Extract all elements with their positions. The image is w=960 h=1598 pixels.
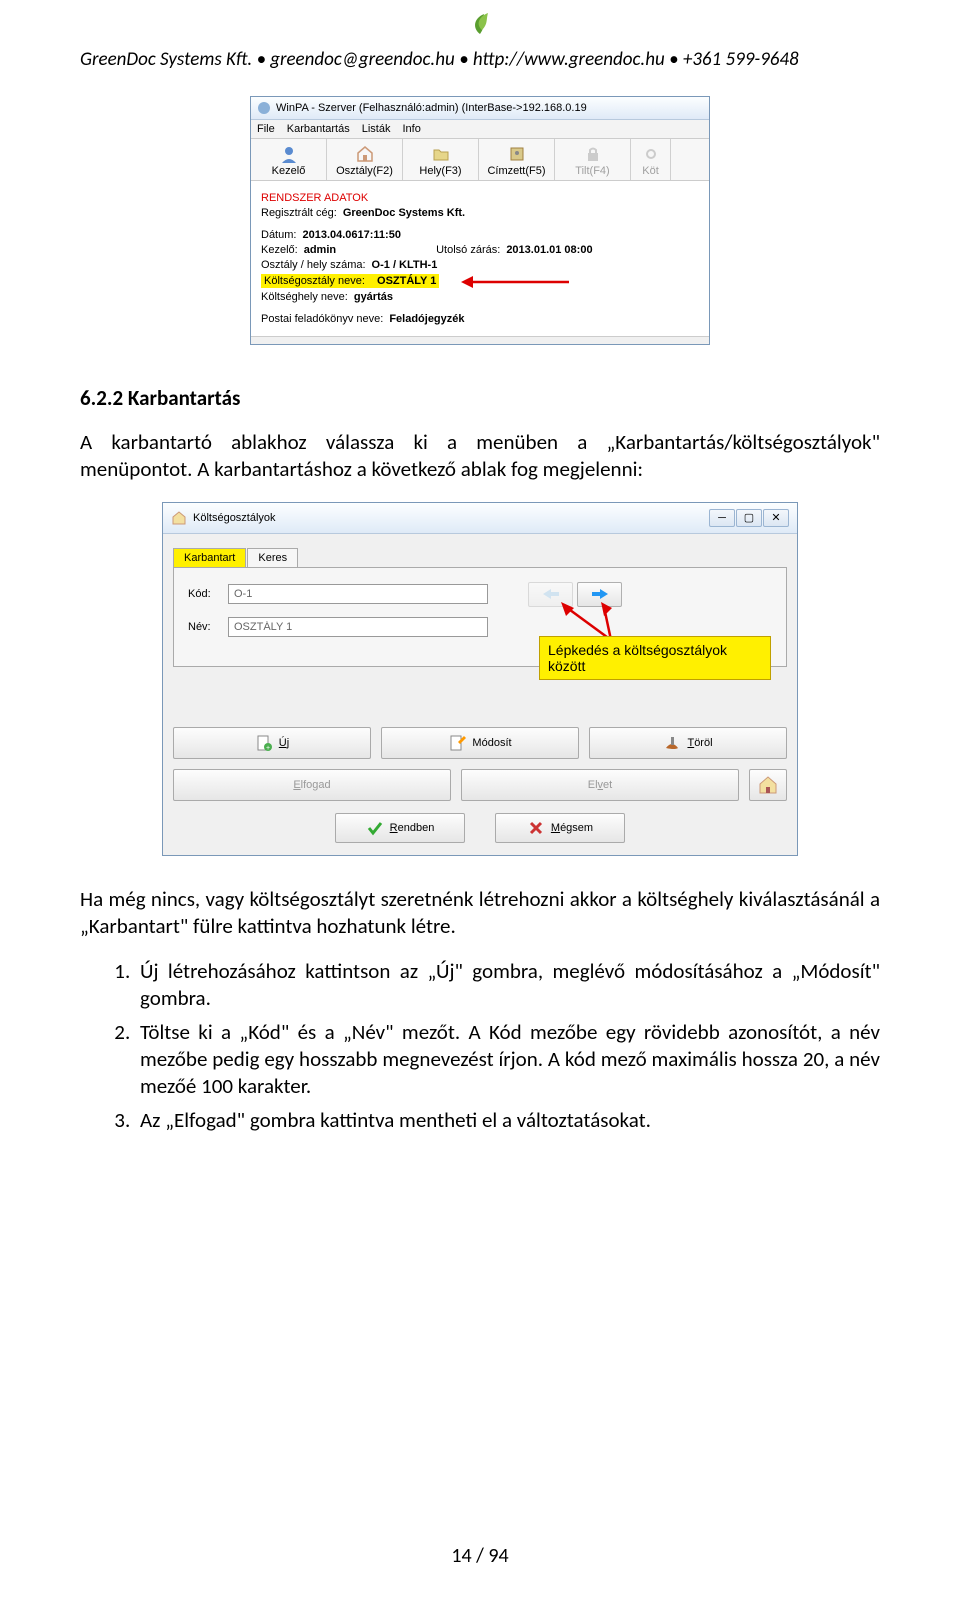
instruction-list: Új létrehozásához kattintson az „Új" gom… [135, 958, 880, 1134]
lock-icon [584, 145, 602, 163]
link-icon [642, 145, 660, 163]
house-icon [171, 510, 187, 526]
house-icon [356, 145, 374, 163]
tab-strip: Karbantart Keres [173, 548, 787, 567]
label-oszthely: Osztály / hely száma: [261, 259, 366, 271]
label-nev: Név: [188, 621, 218, 633]
paragraph-after: Ha még nincs, vagy költségosztályt szere… [80, 886, 880, 941]
delete-icon [663, 734, 681, 752]
person-icon [280, 145, 298, 163]
leaf-icon [466, 10, 494, 38]
window-title: WinPA - Szerver (Felhasználó:admin) (Int… [276, 102, 587, 114]
list-item: Az „Elfogad" gombra kattintva mentheti e… [135, 1107, 880, 1134]
logo [80, 0, 880, 48]
elfogad-button[interactable]: Elfogad [173, 769, 451, 801]
button-row-2: Elfogad Elvet [173, 769, 787, 801]
menu-info[interactable]: Info [402, 123, 420, 135]
value-koltsegosztaly: OSZTÁLY 1 [377, 275, 436, 287]
toolbar: Kezelő Osztály(F2) Hely(F3) Címzett(F5) … [251, 139, 709, 181]
info-panel: RENDSZER ADATOK Regisztrált cég: GreenDoc… [251, 181, 709, 336]
home-icon [757, 774, 779, 796]
uj-button[interactable]: + Új [173, 727, 371, 759]
home-button[interactable] [749, 769, 787, 801]
menu-file[interactable]: File [257, 123, 275, 135]
value-utolsozaras: 2013.01.01 08:00 [506, 244, 592, 256]
section-title: RENDSZER ADATOK [261, 192, 368, 204]
folder-icon [432, 145, 450, 163]
megsem-button[interactable]: Mégsem [495, 813, 625, 843]
label-koltseghely: Költséghely neve: [261, 291, 348, 303]
label-kezelo: Kezelő: [261, 244, 298, 256]
list-item: Töltse ki a „Kód" és a „Név" mezőt. A Kó… [135, 1019, 880, 1101]
window-footer-bar [251, 336, 709, 344]
label-date: Dátum: [261, 229, 296, 241]
screenshot-winpa-main: WinPA - Szerver (Felhasználó:admin) (Int… [250, 96, 710, 345]
menubar: File Karbantartás Listák Info [251, 120, 709, 139]
window-controls: ─ ▢ ✕ [709, 509, 789, 527]
window-titlebar: WinPA - Szerver (Felhasználó:admin) (Int… [251, 97, 709, 120]
app-icon [257, 101, 271, 115]
input-kod[interactable] [228, 584, 488, 604]
label-koltsegosztaly: Költségosztály neve: [264, 275, 365, 287]
edit-icon [448, 734, 466, 752]
dialog-title: Költségosztályok [193, 512, 276, 524]
check-icon [366, 819, 384, 837]
value-oszthely: O-1 / KLTH-1 [372, 259, 438, 271]
value-date: 2013.04.0617:11:50 [302, 229, 400, 241]
close-button[interactable]: ✕ [763, 509, 789, 527]
ok-cancel-row: Rendben Mégsem [173, 813, 787, 843]
menu-listak[interactable]: Listák [362, 123, 391, 135]
toolbar-osztaly[interactable]: Osztály(F2) [327, 139, 403, 180]
toolbar-kot: Köt [631, 139, 671, 180]
nav-prev-button[interactable] [528, 582, 573, 607]
value-regcompany: GreenDoc Systems Kft. [343, 207, 465, 219]
label-utolsozaras: Utolsó zárás: [436, 244, 500, 256]
tab-keres[interactable]: Keres [247, 548, 298, 567]
label-regcompany: Regisztrált cég: [261, 207, 337, 219]
callout-note: Lépkedés a költségosztályok között [539, 636, 771, 680]
new-file-icon: + [255, 734, 273, 752]
arrow-right-icon [590, 587, 610, 601]
label-postai: Postai feladókönyv neve: [261, 313, 383, 325]
value-postai: Feladójegyzék [389, 313, 464, 325]
page-header: GreenDoc Systems Kft. • greendoc@greendo… [80, 48, 880, 71]
arrow-left-icon [541, 587, 561, 601]
menu-karbantartas[interactable]: Karbantartás [287, 123, 350, 135]
input-nev[interactable] [228, 617, 488, 637]
torol-button[interactable]: Töröl [589, 727, 787, 759]
toolbar-kezelo[interactable]: Kezelő [251, 139, 327, 180]
minimize-button[interactable]: ─ [709, 509, 735, 527]
toolbar-tilt: Tilt(F4) [555, 139, 631, 180]
screenshot-koltsegosztalyok-dialog: Költségosztályok ─ ▢ ✕ Karbantart Keres … [162, 502, 798, 856]
red-arrow-icon [461, 272, 571, 292]
nav-next-button[interactable] [577, 582, 622, 607]
value-kezelo: admin [304, 244, 336, 256]
cancel-icon [527, 819, 545, 837]
maximize-button[interactable]: ▢ [736, 509, 762, 527]
elvet-button[interactable]: Elvet [461, 769, 739, 801]
rendben-button[interactable]: Rendben [335, 813, 465, 843]
page-number: 14 / 94 [0, 1544, 960, 1568]
button-row-1: + Új Módosít Töröl [173, 727, 787, 759]
toolbar-cimzett[interactable]: Címzett(F5) [479, 139, 555, 180]
section-heading: 6.2.2 Karbantartás [80, 385, 880, 411]
svg-text:+: + [266, 745, 270, 752]
toolbar-hely[interactable]: Hely(F3) [403, 139, 479, 180]
paragraph-intro: A karbantartó ablakhoz válassza ki a men… [80, 429, 880, 484]
label-kod: Kód: [188, 588, 218, 600]
addressbook-icon [508, 145, 526, 163]
tab-karbantart[interactable]: Karbantart [173, 548, 246, 567]
modosit-button[interactable]: Módosít [381, 727, 579, 759]
form-area: Kód: Név: Lépkedés a költségosztályok kö… [173, 567, 787, 667]
value-koltseghely: gyártás [354, 291, 393, 303]
dialog-titlebar: Költségosztályok ─ ▢ ✕ [163, 503, 797, 534]
list-item: Új létrehozásához kattintson az „Új" gom… [135, 958, 880, 1013]
